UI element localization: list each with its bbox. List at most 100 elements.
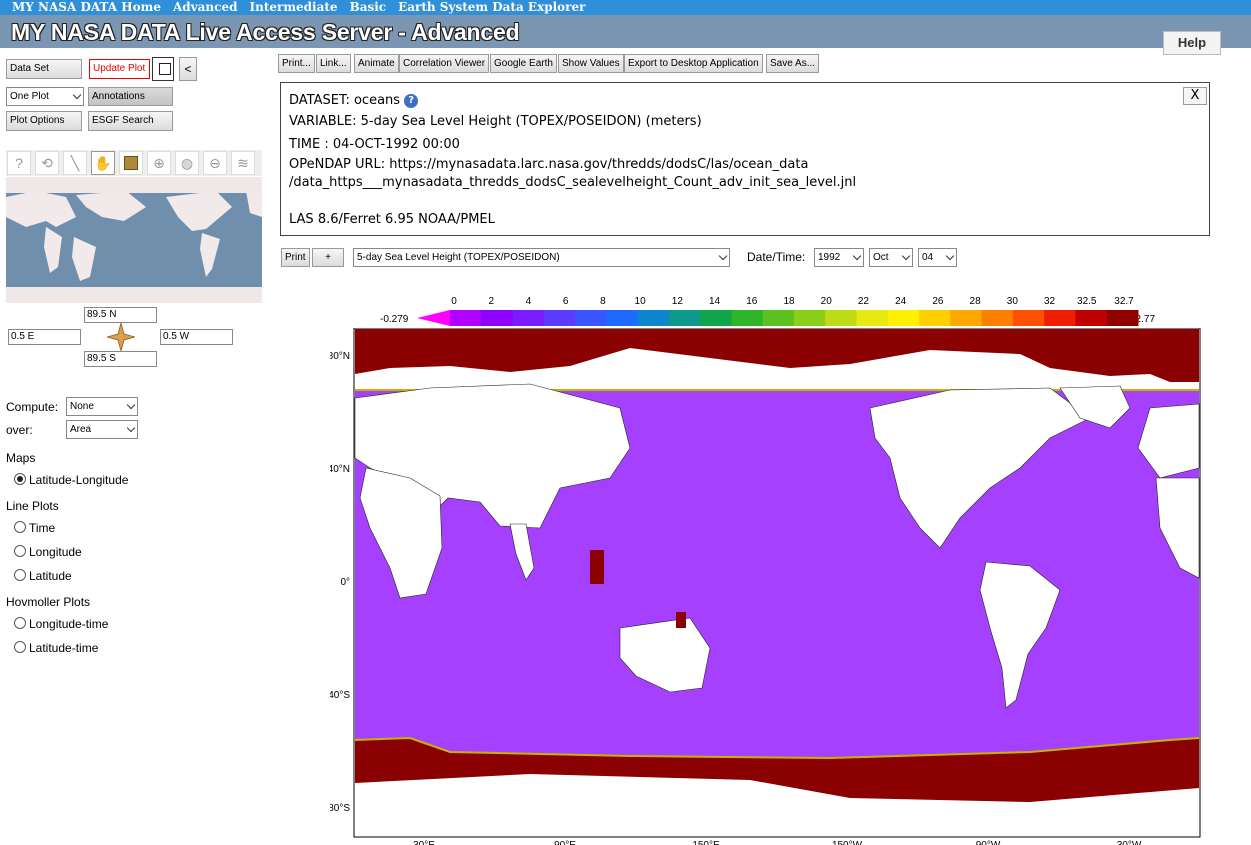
layers-icon[interactable]: ≋ (231, 151, 255, 175)
help-icon[interactable]: ? (7, 151, 31, 175)
radio-label: Latitude (29, 569, 72, 583)
latitude-label: 0° (340, 577, 350, 588)
indonesia-shelf (590, 550, 604, 584)
colorbar-tick-label: 32 (1044, 296, 1056, 307)
day-select[interactable]: 04 (918, 248, 957, 267)
export-button[interactable]: Export to Desktop Application (624, 54, 763, 73)
plot-count-value: One Plot (10, 91, 49, 102)
year-select[interactable]: 1992 (814, 248, 864, 267)
colorbar-min-label: -0.279 (380, 314, 409, 325)
globe-icon[interactable]: ◍ (175, 151, 199, 175)
colorbar-swatch (919, 310, 951, 326)
auto-update-checkbox[interactable] (152, 57, 174, 81)
animate-button[interactable]: Animate (354, 54, 399, 73)
nav-advanced-link[interactable]: Advanced (173, 0, 238, 14)
nav-explorer-link[interactable]: Earth System Data Explorer (398, 0, 585, 14)
west-bound-input[interactable]: 0.5 W (160, 329, 233, 345)
chevron-down-icon (901, 251, 911, 261)
update-plot-button[interactable]: Update Plot (89, 59, 150, 79)
longitude-label: 150°E (692, 840, 720, 845)
longitude-label: 150°W (832, 840, 863, 845)
save-as-button[interactable]: Save As... (766, 54, 820, 73)
dataset-button[interactable]: Data Set (6, 59, 82, 79)
colorbar-tick-label: 22 (858, 296, 870, 307)
box-icon[interactable] (119, 151, 143, 175)
colorbar-tick-label: 20 (821, 296, 833, 307)
compute-label: Compute: (6, 400, 59, 414)
south-bound-input[interactable]: 89.5 S (84, 351, 157, 367)
longitude-label: 30°E (413, 840, 435, 845)
colorbar-swatch (1075, 310, 1108, 326)
time-line: TIME : 04-OCT-1992 00:00 (289, 137, 460, 152)
add-plot-button[interactable]: + (312, 248, 344, 267)
help-icon[interactable]: ? (404, 94, 419, 108)
nav-basic-link[interactable]: Basic (350, 0, 387, 14)
plot-count-select[interactable]: One Plot (6, 87, 84, 106)
colorbar-swatch (606, 310, 639, 326)
radio-time[interactable]: Time (14, 521, 55, 535)
radio-longitude[interactable]: Longitude (14, 545, 82, 559)
north-bound-input[interactable]: 89.5 N (84, 307, 157, 323)
variable-line: VARIABLE: 5-day Sea Level Height (TOPEX/… (289, 114, 702, 129)
colorbar-swatch (950, 310, 983, 326)
radio-latitude-time[interactable]: Latitude-time (14, 641, 98, 655)
nav-home-link[interactable]: MY NASA DATA Home (12, 0, 161, 14)
radio-longitude-time[interactable]: Longitude-time (14, 617, 108, 631)
radio-lat-lon[interactable]: Latitude-Longitude (14, 473, 128, 487)
colorbar-tick-label: 2 (488, 296, 494, 307)
chevron-down-icon (718, 251, 728, 261)
plot-options-button[interactable]: Plot Options (6, 111, 82, 131)
nav-intermediate-link[interactable]: Intermediate (249, 0, 337, 14)
over-value: Area (70, 424, 92, 435)
esgf-search-button[interactable]: ESGF Search (88, 111, 173, 131)
link-button[interactable]: Link... (316, 54, 351, 73)
colorbar-swatch (1106, 310, 1139, 326)
variable-value: 5-day Sea Level Height (TOPEX/POSEIDON) (357, 252, 560, 263)
colorbar-tick-label: 8 (600, 296, 606, 307)
page-title: MY NASA DATA Live Access Server - Advanc… (11, 19, 520, 45)
longitude-label: 90°W (976, 840, 1001, 845)
google-earth-button[interactable]: Google Earth (490, 54, 557, 73)
close-icon[interactable]: X (1183, 87, 1207, 105)
help-button[interactable]: Help (1163, 31, 1221, 55)
correlation-viewer-button[interactable]: Correlation Viewer (399, 54, 490, 73)
colorbar-tick-label: 32.7 (1114, 296, 1134, 307)
show-values-button[interactable]: Show Values (558, 54, 624, 73)
colorbar-tick-label: 24 (895, 296, 907, 307)
radio-icon (14, 569, 26, 581)
hovmoller-heading: Hovmoller Plots (6, 595, 91, 609)
colorbar-swatch (668, 310, 701, 326)
colorbar-swatch (794, 310, 826, 326)
colorbar-min-pointer (417, 310, 450, 326)
colorbar-swatch (637, 310, 670, 326)
zoom-in-icon[interactable]: ⊕ (147, 151, 171, 175)
latitude-label: 40°S (330, 690, 350, 701)
compass-icon (107, 323, 135, 351)
dataset-line: DATASET: oceans ? (289, 93, 419, 108)
colorbar-swatch (1044, 310, 1076, 326)
colorbar-swatch (825, 310, 858, 326)
colorbar-swatch (887, 310, 920, 326)
annotations-button[interactable]: Annotations (88, 87, 173, 106)
collapse-panel-button[interactable]: < (179, 57, 197, 81)
colorbar-tick-label: 16 (746, 296, 758, 307)
chevron-down-icon (945, 251, 955, 261)
chevron-down-icon (852, 251, 862, 261)
line-plots-heading: Line Plots (6, 499, 59, 513)
over-select[interactable]: Area (66, 420, 138, 439)
month-select[interactable]: Oct (869, 248, 913, 267)
print-button[interactable]: Print... (278, 54, 315, 73)
colorbar-swatch (575, 310, 607, 326)
sea-level-map[interactable]: 80°N 40°N 0° 40°S 80°S 30°E 90°E 150°E 150°W 90°… (330, 328, 1230, 845)
compute-select[interactable]: None (66, 397, 138, 416)
plot-print-button[interactable]: Print (281, 248, 310, 267)
variable-select[interactable]: 5-day Sea Level Height (TOPEX/POSEIDON) (353, 248, 730, 267)
zoom-out-icon[interactable]: ⊖ (203, 151, 227, 175)
region-selector-map[interactable] (6, 177, 262, 303)
line-icon[interactable]: ╲ (63, 151, 87, 175)
colorbar-tick-label: 14 (709, 296, 721, 307)
radio-latitude[interactable]: Latitude (14, 569, 72, 583)
reset-icon[interactable]: ⟲ (35, 151, 59, 175)
pan-icon[interactable]: ✋ (91, 151, 115, 175)
east-bound-input[interactable]: 0.5 E (8, 329, 81, 345)
